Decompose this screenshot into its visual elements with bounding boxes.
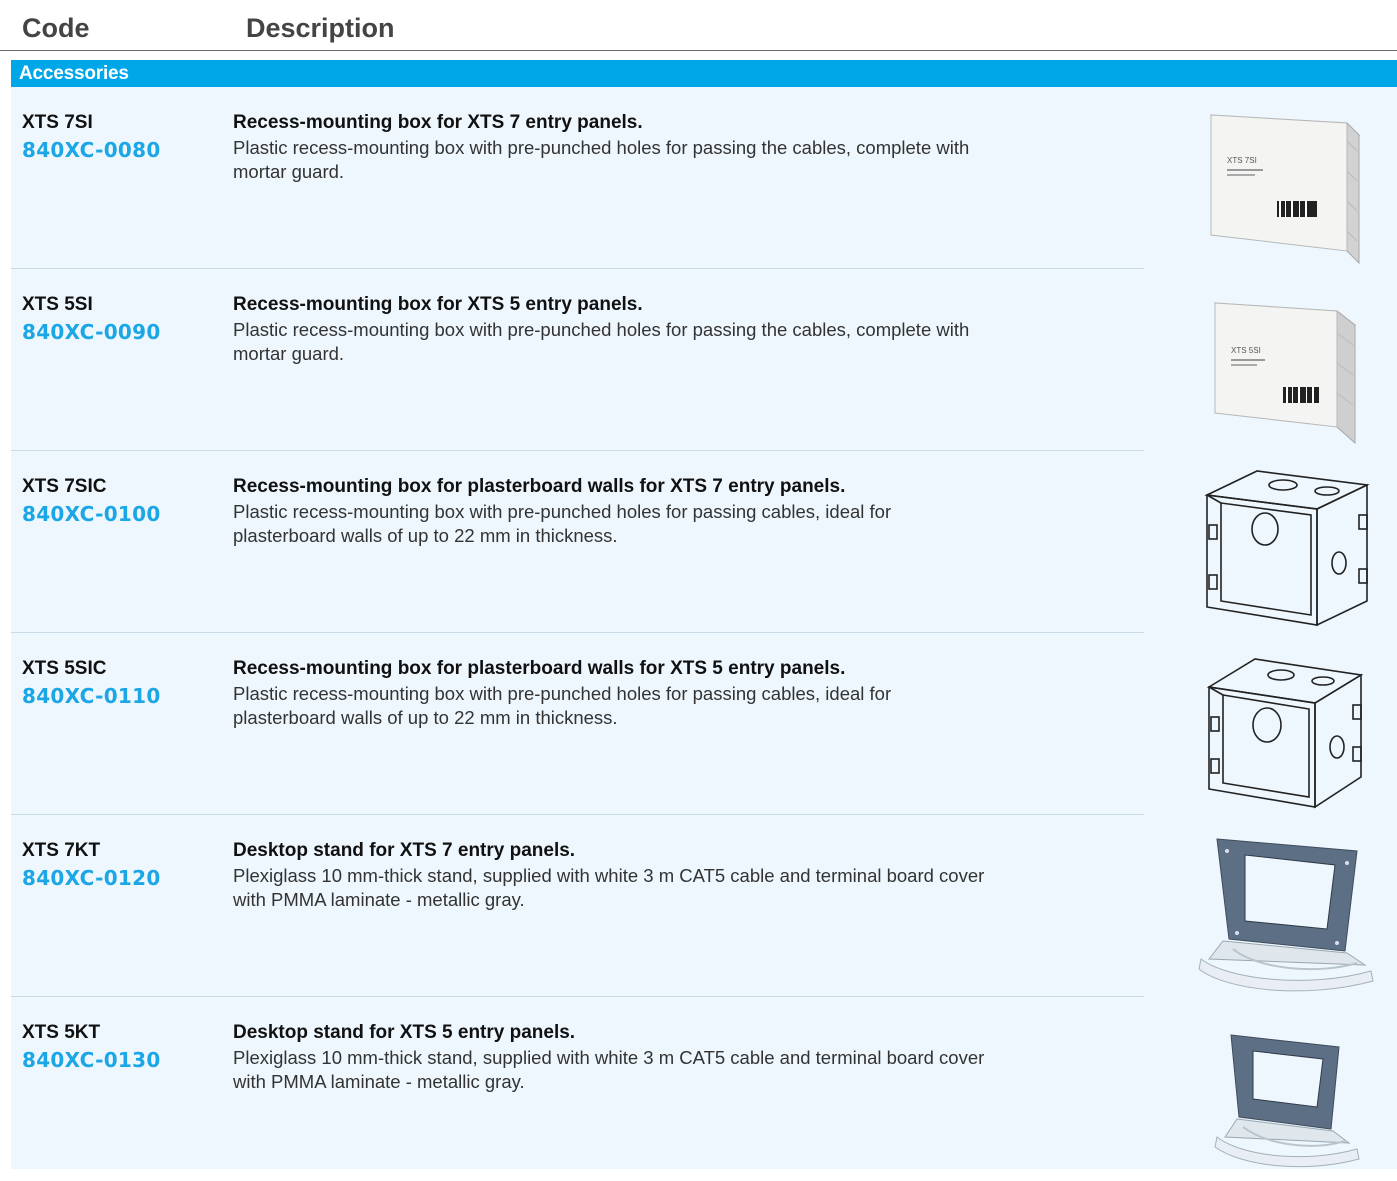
box-label-text: XTS 5SI — [1231, 346, 1261, 355]
product-row: XTS 5SIC 840XC-0110 Recess-mounting box … — [11, 633, 1397, 815]
product-image: XTS 5SI — [1187, 283, 1387, 448]
product-row: XTS 5SI 840XC-0090 Recess-mounting box f… — [11, 269, 1397, 451]
product-code: 840XC-0130 — [22, 1048, 161, 1072]
product-name: XTS 5SI — [22, 294, 93, 315]
product-title: Recess-mounting box for plasterboard wal… — [233, 476, 846, 497]
product-title: Desktop stand for XTS 5 entry panels. — [233, 1022, 576, 1043]
product-code: 840XC-0100 — [22, 502, 161, 526]
product-description: Plastic recess-mounting box with pre-pun… — [233, 319, 970, 364]
product-code: 840XC-0120 — [22, 866, 161, 890]
product-description: Plexiglass 10 mm-thick stand, supplied w… — [233, 1047, 985, 1092]
product-list: XTS 7SI 840XC-0080 Recess-mounting box f… — [11, 87, 1397, 1169]
product-title: Recess-mounting box for XTS 7 entry pane… — [233, 112, 643, 133]
product-description: Plastic recess-mounting box with pre-pun… — [233, 683, 892, 728]
product-title: Recess-mounting box for plasterboard wal… — [233, 658, 846, 679]
table-header: Code Description — [0, 0, 1397, 51]
box-label-text: XTS 7SI — [1227, 156, 1257, 165]
product-title: Recess-mounting box for XTS 5 entry pane… — [233, 294, 643, 315]
product-name: XTS 7SI — [22, 112, 93, 133]
column-header-code: Code — [22, 13, 90, 43]
product-row: XTS 7SIC 840XC-0100 Recess-mounting box … — [11, 451, 1397, 633]
product-image — [1187, 829, 1387, 994]
product-title: Desktop stand for XTS 7 entry panels. — [233, 840, 576, 861]
product-description: Plastic recess-mounting box with pre-pun… — [233, 501, 892, 546]
product-name: XTS 5KT — [22, 1022, 101, 1043]
product-code: 840XC-0080 — [22, 138, 161, 162]
product-name: XTS 5SIC — [22, 658, 107, 679]
product-image — [1187, 465, 1387, 630]
product-row: XTS 7SI 840XC-0080 Recess-mounting box f… — [11, 87, 1397, 269]
product-image: XTS 7SI — [1187, 101, 1387, 266]
section-header: Accessories — [11, 60, 1397, 87]
product-name: XTS 7SIC — [22, 476, 107, 497]
section-title: Accessories — [19, 63, 129, 84]
product-image — [1187, 1011, 1387, 1176]
product-image — [1187, 647, 1387, 812]
product-description: Plastic recess-mounting box with pre-pun… — [233, 137, 970, 182]
product-code: 840XC-0110 — [22, 684, 161, 708]
product-code: 840XC-0090 — [22, 320, 161, 344]
product-row: XTS 5KT 840XC-0130 Desktop stand for XTS… — [11, 997, 1397, 1179]
product-name: XTS 7KT — [22, 840, 101, 861]
column-header-description: Description — [246, 13, 395, 43]
product-description: Plexiglass 10 mm-thick stand, supplied w… — [233, 865, 985, 910]
product-row: XTS 7KT 840XC-0120 Desktop stand for XTS… — [11, 815, 1397, 997]
